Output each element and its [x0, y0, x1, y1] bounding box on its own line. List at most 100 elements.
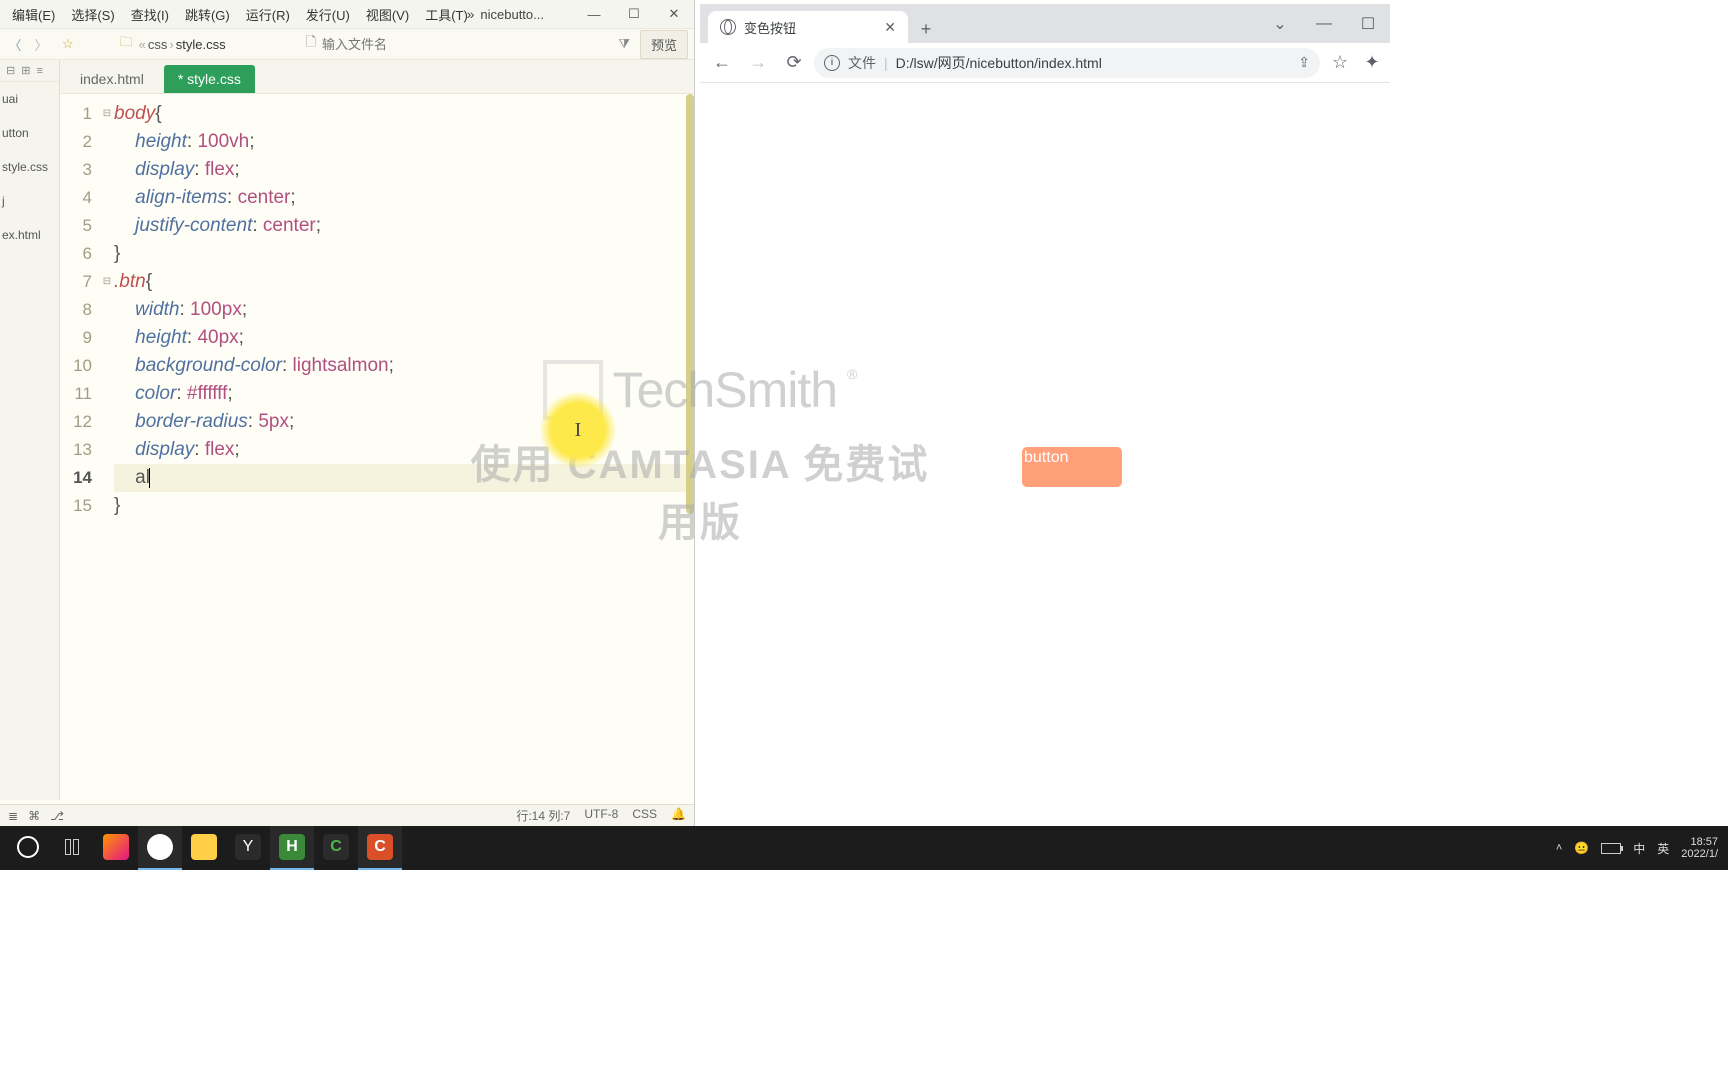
- bookmark-star-icon[interactable]: ☆: [1324, 52, 1356, 73]
- task-view-button[interactable]: [50, 826, 94, 870]
- favorite-icon[interactable]: ☆: [62, 36, 74, 52]
- tab-style-css[interactable]: * style.css: [164, 65, 255, 93]
- browser-back-button[interactable]: ←: [706, 47, 738, 79]
- browser-window: 变色按钮 ✕ + ⌄ — ☐ ← → ⟳ i 文件 | D:/lsw/网页/ni…: [700, 4, 1390, 826]
- statusbar-outline-icon[interactable]: ≣: [8, 809, 18, 823]
- editor-minimize-button[interactable]: —: [574, 0, 614, 28]
- menu-goto[interactable]: 跳转(G): [177, 1, 238, 28]
- sidebar-file[interactable]: utton: [0, 116, 59, 150]
- tab-close-icon[interactable]: ✕: [884, 19, 896, 36]
- menu-publish[interactable]: 发行(U): [298, 1, 358, 28]
- share-icon[interactable]: ⇪: [1298, 54, 1310, 71]
- address-bar[interactable]: i 文件 | D:/lsw/网页/nicebutton/index.html ⇪: [814, 48, 1320, 78]
- statusbar-terminal-icon[interactable]: ⌘: [28, 809, 40, 823]
- code-line[interactable]: display: flex;: [114, 156, 694, 184]
- addr-scheme-label: 文件: [848, 53, 876, 73]
- menu-view[interactable]: 视图(V): [358, 1, 417, 28]
- browser-maximize-button[interactable]: ☐: [1346, 5, 1390, 43]
- new-file-input[interactable]: [322, 37, 608, 52]
- windows-taskbar: Y H C C ˄ 😐 中 英 18:57 2022/1/: [0, 826, 1728, 870]
- code-line[interactable]: width: 100px;: [114, 296, 694, 324]
- sidebar-collapse-icon[interactable]: ⊟: [6, 64, 15, 77]
- code-line[interactable]: }: [114, 240, 694, 268]
- status-encoding[interactable]: UTF-8: [584, 807, 618, 824]
- breadcrumb-file[interactable]: style.css: [176, 37, 226, 52]
- tray-clock[interactable]: 18:57 2022/1/: [1681, 836, 1718, 860]
- menu-select[interactable]: 选择(S): [63, 1, 122, 28]
- editor-maximize-button[interactable]: ☐: [614, 0, 654, 28]
- sidebar-file[interactable]: style.css: [0, 150, 59, 184]
- vertical-scrollbar-thumb[interactable]: [686, 94, 694, 514]
- hbuilder-icon: H: [279, 834, 305, 860]
- tray-ime-mode[interactable]: 英: [1657, 840, 1669, 857]
- preview-button[interactable]: 预览: [640, 30, 688, 59]
- status-bell-icon[interactable]: 🔔: [671, 807, 686, 824]
- browser-minimize-button[interactable]: —: [1302, 5, 1346, 43]
- code-line[interactable]: color: #ffffff;: [114, 380, 694, 408]
- sidebar-expand-icon[interactable]: ⊞: [21, 64, 30, 77]
- sidebar-file[interactable]: uai: [0, 82, 59, 116]
- code-line[interactable]: justify-content: center;: [114, 212, 694, 240]
- status-language[interactable]: CSS: [632, 807, 657, 824]
- code-area[interactable]: body{ height: 100vh; display: flex; alig…: [114, 94, 694, 804]
- new-tab-button[interactable]: +: [912, 15, 940, 43]
- tray-overflow-icon[interactable]: ˄: [1556, 842, 1562, 854]
- menu-run[interactable]: 运行(R): [238, 1, 298, 28]
- sidebar-file[interactable]: ex.html: [0, 218, 59, 252]
- addr-separator: |: [884, 55, 888, 71]
- globe-icon: [720, 19, 736, 35]
- tray-battery-icon[interactable]: [1601, 843, 1621, 854]
- sidebar-file[interactable]: j: [0, 184, 59, 218]
- taskbar-explorer[interactable]: [182, 826, 226, 870]
- browser-window-buttons: ⌄ — ☐: [1258, 5, 1390, 43]
- tray-time: 18:57: [1681, 836, 1718, 848]
- taskbar-camtasia-rec[interactable]: C: [358, 826, 402, 870]
- nav-forward-icon[interactable]: 〉: [30, 33, 52, 55]
- editor-statusbar: ≣ ⌘ ⎇ 行:14 列:7 UTF-8 CSS 🔔: [0, 804, 694, 826]
- task-view-icon: [65, 839, 79, 855]
- cortana-button[interactable]: [6, 826, 50, 870]
- taskbar-chrome[interactable]: [138, 826, 182, 870]
- editor-window: 编辑(E) 选择(S) 查找(I) 跳转(G) 运行(R) 发行(U) 视图(V…: [0, 0, 695, 826]
- browser-dropdown-icon[interactable]: ⌄: [1258, 5, 1302, 43]
- code-line[interactable]: .btn{: [114, 268, 694, 296]
- editor-body: 123456789101112131415 ⊟⊟ body{ height: 1…: [60, 94, 694, 804]
- filter-icon[interactable]: ⧩: [618, 36, 630, 52]
- breadcrumb-folder[interactable]: css: [148, 37, 168, 52]
- menu-edit[interactable]: 编辑(E): [4, 1, 63, 28]
- taskbar-camtasia-editor[interactable]: C: [314, 826, 358, 870]
- new-file-icon[interactable]: 🗋: [306, 33, 316, 55]
- site-info-icon[interactable]: i: [824, 55, 840, 71]
- browser-forward-button[interactable]: →: [742, 47, 774, 79]
- demo-button[interactable]: button: [1022, 447, 1122, 487]
- sidebar-sync-icon[interactable]: ≡: [36, 65, 42, 77]
- editor-close-button[interactable]: ✕: [654, 0, 694, 28]
- tab-overflow-icon[interactable]: »: [461, 6, 481, 22]
- nav-back-icon[interactable]: 〈: [4, 33, 26, 55]
- tray-network-icon[interactable]: 😐: [1574, 841, 1589, 855]
- taskbar-hbuilder[interactable]: H: [270, 826, 314, 870]
- code-line[interactable]: body{: [114, 100, 694, 128]
- taskbar-firefox[interactable]: [94, 826, 138, 870]
- browser-toolbar: ← → ⟳ i 文件 | D:/lsw/网页/nicebutton/index.…: [700, 43, 1390, 83]
- statusbar-branch-icon[interactable]: ⎇: [50, 809, 64, 823]
- extensions-icon[interactable]: ✦: [1360, 52, 1384, 73]
- code-line[interactable]: background-color: lightsalmon;: [114, 352, 694, 380]
- tab-index-html[interactable]: index.html: [66, 65, 158, 93]
- menu-find[interactable]: 查找(I): [123, 1, 177, 28]
- browser-tab[interactable]: 变色按钮 ✕: [708, 11, 908, 43]
- app-y-icon: Y: [235, 834, 261, 860]
- tray-ime-lang[interactable]: 中: [1633, 840, 1645, 857]
- code-line[interactable]: border-radius: 5px;: [114, 408, 694, 436]
- taskbar-app-y[interactable]: Y: [226, 826, 270, 870]
- browser-reload-button[interactable]: ⟳: [778, 47, 810, 79]
- code-line[interactable]: }: [114, 492, 694, 520]
- code-line[interactable]: height: 40px;: [114, 324, 694, 352]
- browser-viewport: button: [700, 83, 1390, 826]
- code-line[interactable]: height: 100vh;: [114, 128, 694, 156]
- cortana-icon: [17, 836, 39, 858]
- editor-file-tabs: index.html * style.css: [60, 60, 694, 94]
- code-line[interactable]: display: flex;: [114, 436, 694, 464]
- code-line[interactable]: align-items: center;: [114, 184, 694, 212]
- code-line[interactable]: al: [114, 464, 694, 492]
